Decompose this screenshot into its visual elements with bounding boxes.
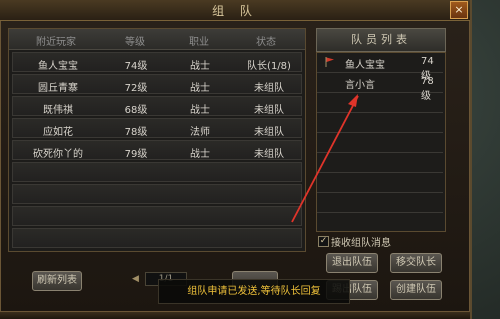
player-name: 既伟祺 xyxy=(43,105,73,116)
player-status: 未组队 xyxy=(254,83,284,94)
empty-member-slot xyxy=(317,133,443,153)
player-level: 72级 xyxy=(124,83,148,94)
header-level: 等级 xyxy=(125,37,145,48)
transfer-leader-button[interactable]: 移交队长 xyxy=(390,253,442,273)
empty-row xyxy=(12,206,302,226)
empty-member-slot xyxy=(317,173,443,193)
member-name: 鱼人宝宝 xyxy=(345,60,385,71)
refresh-list-button[interactable]: 刷新列表 xyxy=(32,271,82,291)
accept-messages-label: 接收组队消息 xyxy=(331,238,391,249)
player-level: 78级 xyxy=(124,127,148,138)
player-status: 未组队 xyxy=(254,149,284,160)
close-button[interactable]: × xyxy=(450,1,468,19)
empty-row xyxy=(12,228,302,248)
window-title: 组 队 xyxy=(212,4,258,18)
player-status: 队长(1/8) xyxy=(247,61,291,72)
create-team-button[interactable]: 创建队伍 xyxy=(390,280,442,300)
player-status: 未组队 xyxy=(254,127,284,138)
player-level: 79级 xyxy=(124,149,148,160)
table-row[interactable]: 鱼人宝宝 74级 战士 队长(1/8) xyxy=(12,52,302,72)
accept-messages-checkbox[interactable]: ✓ xyxy=(318,236,329,247)
team-window: 组 队 × 附近玩家 等级 职业 状态 鱼人宝宝 74级 战士 队长(1/8) … xyxy=(0,0,472,319)
players-table-header: 附近玩家 等级 职业 状态 xyxy=(9,29,305,50)
toast-message: 组队申请已发送,等待队长回复 xyxy=(158,279,350,304)
player-name: 砍死你丫的 xyxy=(33,149,83,160)
player-class: 战士 xyxy=(190,149,210,160)
bottom-border xyxy=(0,311,470,319)
player-class: 法师 xyxy=(190,127,210,138)
triangle-left-icon[interactable]: ◀ xyxy=(132,274,140,284)
table-row[interactable]: 圆丘青寨 72级 战士 未组队 xyxy=(12,74,302,94)
list-item[interactable]: 鱼人宝宝 74级 xyxy=(317,53,443,82)
nearby-players-panel: 附近玩家 等级 职业 状态 鱼人宝宝 74级 战士 队长(1/8) 圆丘青寨 7… xyxy=(8,28,306,252)
members-list-panel: 鱼人宝宝 74级 言小言 78级 xyxy=(316,52,446,232)
leave-team-button[interactable]: 退出队伍 xyxy=(326,253,378,273)
player-name: 圆丘青寨 xyxy=(38,83,78,94)
empty-member-slot xyxy=(317,113,443,133)
flag-icon xyxy=(325,57,334,67)
player-class: 战士 xyxy=(190,61,210,72)
empty-member-slot xyxy=(317,153,443,173)
empty-row xyxy=(12,184,302,204)
player-name: 鱼人宝宝 xyxy=(38,61,78,72)
header-class: 职业 xyxy=(189,37,209,48)
table-row[interactable]: 应如花 78级 法师 未组队 xyxy=(12,118,302,138)
game-scene: 组 队 × 附近玩家 等级 职业 状态 鱼人宝宝 74级 战士 队长(1/8) … xyxy=(0,0,500,319)
player-level: 74级 xyxy=(124,61,148,72)
empty-row xyxy=(12,162,302,182)
header-status: 状态 xyxy=(256,37,276,48)
player-class: 战士 xyxy=(190,83,210,94)
empty-member-slot xyxy=(317,193,443,213)
header-nearby-players: 附近玩家 xyxy=(36,37,76,48)
table-row[interactable]: 砍死你丫的 79级 战士 未组队 xyxy=(12,140,302,160)
table-row[interactable]: 既伟祺 68级 战士 未组队 xyxy=(12,96,302,116)
player-class: 战士 xyxy=(190,105,210,116)
empty-member-slot xyxy=(317,93,443,113)
member-name: 言小言 xyxy=(345,80,375,91)
player-status: 未组队 xyxy=(254,105,284,116)
members-list-title: 队员列表 xyxy=(316,28,446,52)
player-level: 68级 xyxy=(124,105,148,116)
player-name: 应如花 xyxy=(43,127,73,138)
list-item[interactable]: 言小言 78级 xyxy=(317,73,443,102)
